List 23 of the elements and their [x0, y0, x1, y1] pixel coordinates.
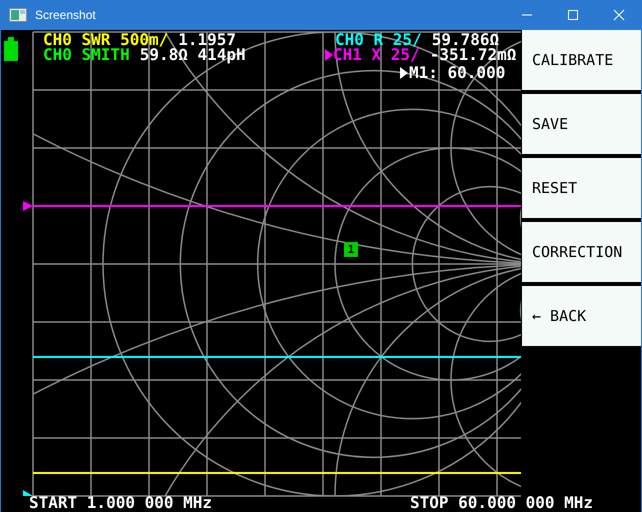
menu-button[interactable]: SAVE	[521, 94, 641, 154]
menu-button[interactable]: CORRECTION	[521, 222, 641, 282]
reference-pointer-icon	[23, 201, 33, 211]
trace-label: CH0 R 25/	[335, 32, 422, 47]
trace-value: -351.72mΩ	[430, 47, 516, 62]
trace-value: 59.786Ω	[432, 32, 500, 47]
sweep-start: START 1.000 000 MHz	[29, 495, 212, 511]
sweep-stop: STOP 60.000 000 MHz	[410, 495, 594, 511]
marker-readout: M1: 60.000	[409, 65, 506, 80]
app-icon	[9, 8, 27, 22]
trace-value: 59.8Ω 414pH	[140, 47, 246, 62]
menu-button[interactable]: ← BACK	[521, 286, 641, 346]
marker-pointer-icon	[400, 66, 408, 78]
reference-pointer-icon	[23, 490, 33, 496]
trace-value: 1.1957	[178, 32, 236, 47]
window-title: Screenshot	[35, 8, 97, 22]
menu-button[interactable]: RESET	[521, 158, 641, 218]
marker-flag: 1	[344, 242, 358, 257]
trace-label: CH0 SWR 500m/	[43, 32, 168, 47]
trace-label: CH0 SMITH	[43, 47, 130, 62]
trace-label: CH1 X 25/	[333, 47, 420, 62]
battery-icon	[4, 37, 18, 61]
menu-button[interactable]: CALIBRATE	[521, 30, 641, 90]
